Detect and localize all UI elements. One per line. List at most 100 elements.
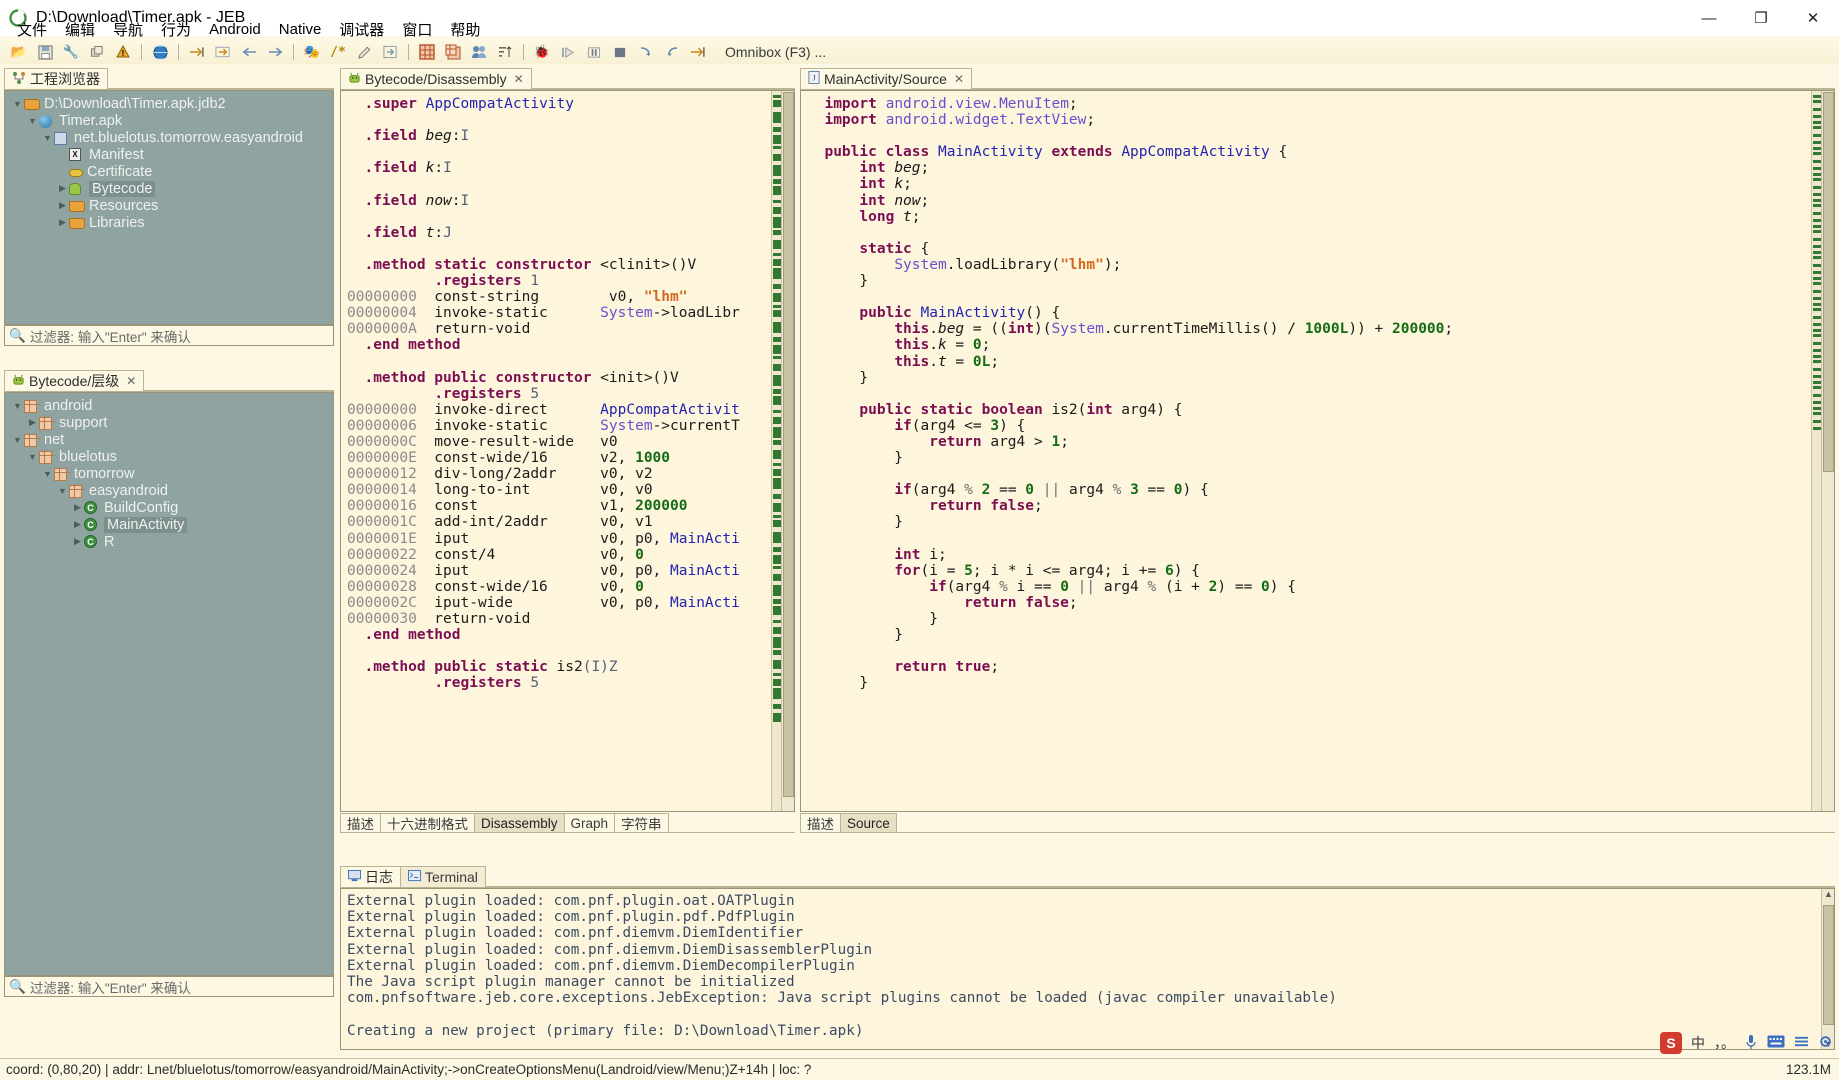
tree-twisty[interactable]: ▼ xyxy=(41,133,54,143)
tree-twisty[interactable]: ▼ xyxy=(11,435,24,445)
project-tree-item[interactable]: ▼D:\Download\Timer.apk.jdb2 xyxy=(5,95,333,112)
stop-icon[interactable] xyxy=(610,42,630,62)
tab-bytecode-hierarchy[interactable]: Bytecode/层级 ✕ xyxy=(4,370,144,391)
menu-edit[interactable]: 编辑 xyxy=(56,17,104,42)
project-tree-item[interactable]: ▶Resources xyxy=(5,197,333,214)
pause-icon[interactable] xyxy=(584,42,604,62)
project-tree-item[interactable]: ▼Timer.apk xyxy=(5,112,333,129)
tab-mainactivity-source[interactable]: J MainActivity/Source ✕ xyxy=(800,68,972,89)
disassembly-minimap[interactable] xyxy=(771,91,781,811)
disassembly-tab-字符串[interactable]: 字符串 xyxy=(614,813,669,833)
goto-address-icon[interactable] xyxy=(187,42,207,62)
users-icon[interactable] xyxy=(469,42,489,62)
menu-file[interactable]: 文件 xyxy=(8,17,56,42)
tree-twisty[interactable]: ▶ xyxy=(26,417,39,428)
disassembly-scrollbar[interactable] xyxy=(781,91,794,811)
disassembly-tab-十六进制格式[interactable]: 十六进制格式 xyxy=(380,813,475,833)
source-editor[interactable]: import android.view.MenuItem; import and… xyxy=(800,90,1835,812)
jump-icon[interactable] xyxy=(213,42,233,62)
ime-lang-label[interactable]: 中 xyxy=(1691,1033,1705,1053)
step-out-icon[interactable] xyxy=(688,42,708,62)
globe-icon[interactable] xyxy=(150,42,170,62)
step-over-icon[interactable] xyxy=(662,42,682,62)
tree-twisty[interactable]: ▶ xyxy=(56,217,69,228)
warning-icon[interactable] xyxy=(113,42,133,62)
sogou-logo-icon[interactable]: S xyxy=(1660,1032,1682,1054)
forward-icon[interactable] xyxy=(265,42,285,62)
tab-Terminal[interactable]: Terminal xyxy=(400,866,486,887)
tab-project-explorer[interactable]: 工程浏览器 xyxy=(4,68,108,89)
keyboard-icon[interactable] xyxy=(1767,1035,1785,1051)
omnibox-hint[interactable]: Omnibox (F3) ... xyxy=(725,44,826,60)
menu-native[interactable]: Native xyxy=(270,19,331,40)
project-tree-item[interactable]: ▶Libraries xyxy=(5,214,333,231)
tree-twisty[interactable]: ▶ xyxy=(71,502,84,513)
comment-icon[interactable]: /* xyxy=(328,42,348,62)
source-scrollbar[interactable] xyxy=(1821,91,1834,811)
close-icon[interactable]: ✕ xyxy=(954,72,964,86)
grid-icon[interactable] xyxy=(417,42,437,62)
menu-debugger[interactable]: 调试器 xyxy=(330,17,393,42)
step-into-icon[interactable] xyxy=(636,42,656,62)
tree-twisty[interactable]: ▼ xyxy=(11,99,24,109)
open-file-icon[interactable]: 📂 xyxy=(9,42,29,62)
wrench-icon[interactable]: 🔧 xyxy=(61,42,81,62)
hierarchy-tree-item[interactable]: ▶support xyxy=(5,414,333,431)
save-icon[interactable] xyxy=(35,42,55,62)
source-tab-描述[interactable]: 描述 xyxy=(800,813,841,833)
tree-twisty[interactable]: ▶ xyxy=(71,519,84,530)
disassembly-tab-Disassembly[interactable]: Disassembly xyxy=(474,813,565,833)
source-minimap[interactable] xyxy=(1811,91,1821,811)
export-icon[interactable] xyxy=(380,42,400,62)
rename-icon[interactable]: 🎭 xyxy=(302,42,322,62)
tree-twisty[interactable]: ▶ xyxy=(56,183,69,194)
disassembly-editor[interactable]: .super AppCompatActivity .field beg:I .f… xyxy=(340,90,795,812)
menu-window[interactable]: 窗口 xyxy=(393,17,441,42)
gear-icon[interactable] xyxy=(1818,1034,1833,1052)
project-tree-item[interactable]: XManifest xyxy=(5,146,333,163)
tree-twisty[interactable]: ▼ xyxy=(26,452,39,462)
hierarchy-tree-item[interactable]: ▶CMainActivity xyxy=(5,516,333,533)
menu-navigate[interactable]: 导航 xyxy=(104,17,152,42)
disassembly-tab-描述[interactable]: 描述 xyxy=(340,813,381,833)
hierarchy-tree-item[interactable]: ▼net xyxy=(5,431,333,448)
tree-twisty[interactable]: ▶ xyxy=(71,536,84,547)
hierarchy-tree[interactable]: ▼android▶support▼net▼bluelotus▼tomorrow▼… xyxy=(4,392,334,976)
sort-icon[interactable] xyxy=(495,42,515,62)
menu-android[interactable]: Android xyxy=(200,19,270,40)
menu-help[interactable]: 帮助 xyxy=(441,17,489,42)
tab-日志[interactable]: 日志 xyxy=(340,866,401,887)
project-filter-input[interactable]: 🔍 过滤器: 输入"Enter" 来确认 xyxy=(4,325,334,346)
tree-twisty[interactable]: ▶ xyxy=(56,200,69,211)
tab-bytecode-disassembly[interactable]: Bytecode/Disassembly ✕ xyxy=(340,68,532,89)
project-tree-item[interactable]: ▶Bytecode xyxy=(5,180,333,197)
edit-icon[interactable] xyxy=(354,42,374,62)
project-tree-item[interactable]: Certificate xyxy=(5,163,333,180)
hierarchy-tree-item[interactable]: ▶CBuildConfig xyxy=(5,499,333,516)
source-tab-Source[interactable]: Source xyxy=(840,813,897,833)
log-scrollbar[interactable]: ▲ ▼ xyxy=(1821,889,1834,1049)
copy-icon[interactable] xyxy=(87,42,107,62)
run-icon[interactable] xyxy=(558,42,578,62)
menu-action[interactable]: 行为 xyxy=(152,17,200,42)
project-tree-item[interactable]: ▼net.bluelotus.tomorrow.easyandroid xyxy=(5,129,333,146)
hierarchy-tree-item[interactable]: ▶CR xyxy=(5,533,333,550)
tree-twisty[interactable]: ▼ xyxy=(56,486,69,496)
disassembly-tab-Graph[interactable]: Graph xyxy=(564,813,616,833)
hierarchy-tree-item[interactable]: ▼android xyxy=(5,397,333,414)
microphone-icon[interactable] xyxy=(1744,1034,1758,1053)
close-icon[interactable]: ✕ xyxy=(126,374,136,388)
hierarchy-tree-item[interactable]: ▼tomorrow xyxy=(5,465,333,482)
tree-twisty[interactable]: ▼ xyxy=(41,469,54,479)
hierarchy-tree-item[interactable]: ▼bluelotus xyxy=(5,448,333,465)
hierarchy-tree-item[interactable]: ▼easyandroid xyxy=(5,482,333,499)
tree-twisty[interactable]: ▼ xyxy=(26,116,39,126)
tree-twisty[interactable]: ▼ xyxy=(11,401,24,411)
project-tree[interactable]: ▼D:\Download\Timer.apk.jdb2▼Timer.apk▼ne… xyxy=(4,90,334,325)
hierarchy-filter-input[interactable]: 🔍 过滤器: 输入"Enter" 来确认 xyxy=(4,976,334,997)
ime-punctuation-icon[interactable]: ，。 xyxy=(1714,1033,1735,1053)
menu-icon[interactable] xyxy=(1794,1035,1809,1051)
back-icon[interactable] xyxy=(239,42,259,62)
debug-icon[interactable]: 🐞 xyxy=(532,42,552,62)
log-output[interactable]: External plugin loaded: com.pnf.plugin.o… xyxy=(340,888,1835,1050)
